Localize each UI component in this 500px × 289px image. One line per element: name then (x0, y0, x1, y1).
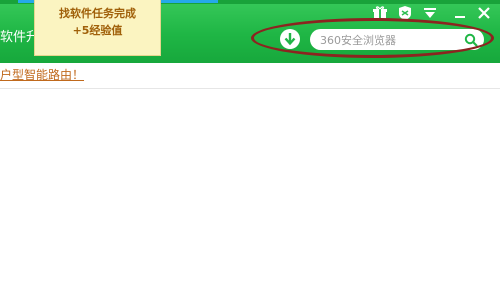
promo-link[interactable]: 户型智能路由！ (0, 66, 84, 83)
toast-reward: +5经验值 (72, 24, 123, 37)
toast-title: 找软件任务完成 (59, 7, 136, 20)
close-icon[interactable] (476, 5, 492, 21)
annotation-ellipse (251, 18, 494, 58)
content-divider (0, 88, 500, 89)
task-complete-toast: 找软件任务完成 +5经验值 (34, 0, 161, 56)
dropdown-menu-icon[interactable] (422, 5, 438, 21)
minimize-icon[interactable] (452, 5, 468, 21)
